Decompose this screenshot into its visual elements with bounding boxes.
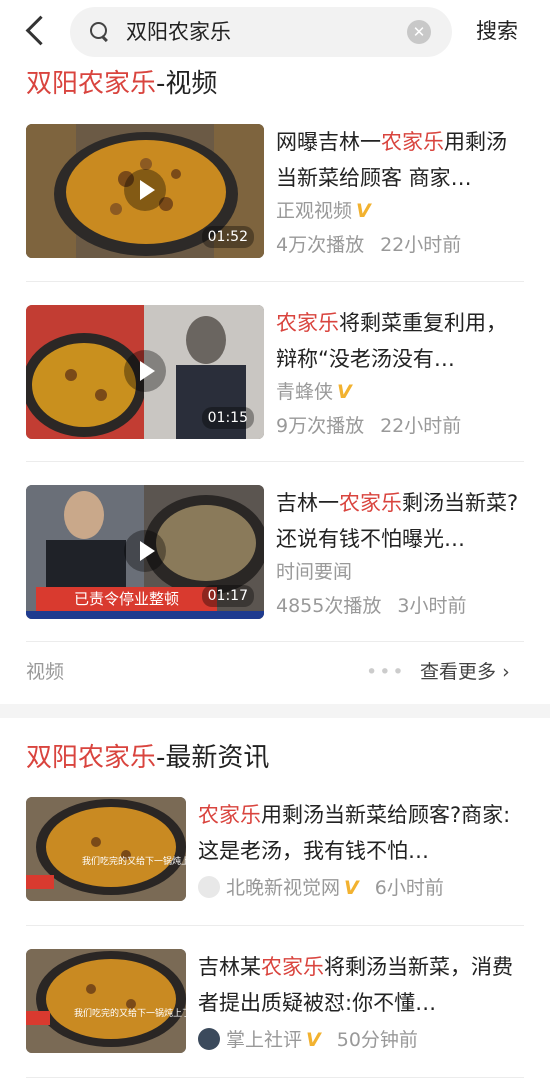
play-icon[interactable] — [124, 169, 166, 211]
video-item[interactable]: 已责令停业整顿 01:17 吉林一农家乐剩汤当新菜?还说有钱不怕曝光… 时间要闻… — [26, 485, 524, 619]
section-keyword: 双阳农家乐 — [26, 69, 157, 99]
source-name: 青蜂侠 — [276, 381, 334, 403]
title-text: 吉林一 — [276, 491, 339, 515]
title-keyword: 农家乐 — [339, 491, 402, 515]
news-thumbnail[interactable]: 我们吃完的又给下一锅炖上了 — [26, 797, 186, 901]
source-logo-icon — [198, 1028, 220, 1050]
section-suffix: -最新资讯 — [156, 743, 270, 773]
divider — [26, 281, 524, 282]
news-thumbnail-image — [26, 797, 186, 901]
divider — [26, 1077, 524, 1078]
video-duration: 01:52 — [201, 226, 254, 248]
divider — [26, 925, 524, 926]
publish-time: 3小时前 — [397, 595, 467, 617]
video-source[interactable]: 青蜂侠 V — [276, 379, 352, 405]
play-count: 4855次播放 — [276, 595, 382, 617]
news-thumbnail-image — [26, 949, 186, 1053]
publish-time: 22小时前 — [380, 234, 462, 256]
news-section-title: 双阳农家乐-最新资讯 — [26, 741, 269, 775]
video-thumbnail[interactable]: 01:52 — [26, 124, 264, 258]
divider — [26, 641, 524, 642]
thumbnail-caption: 我们吃完的又给下一锅炖上了 — [82, 857, 186, 867]
title-keyword: 农家乐 — [261, 955, 324, 979]
source-name[interactable]: 掌上社评 — [226, 1029, 302, 1051]
title-keyword: 农家乐 — [198, 803, 261, 827]
video-meta: 4855次播放 3小时前 — [276, 593, 466, 619]
video-item[interactable]: 01:52 网曝吉林一农家乐用剩汤当新菜给顾客 商家… 正观视频 V 4万次播放 2… — [26, 124, 524, 258]
news-item[interactable]: 我们吃完的又给下一锅炖上了 吉林某农家乐将剩汤当新菜，消费者提出质疑被怼:你不懂… — [26, 949, 524, 1053]
video-section-footer: 视频 ••• 查看更多 › — [26, 655, 524, 691]
play-icon[interactable] — [124, 350, 166, 392]
search-header: 双阳农家乐 ✕ 搜索 — [0, 0, 550, 64]
publish-time: 50分钟前 — [336, 1029, 418, 1051]
news-brand-strip — [26, 611, 264, 619]
video-title[interactable]: 网曝吉林一农家乐用剩汤当新菜给顾客 商家… — [276, 124, 524, 196]
verified-badge-icon: V — [356, 200, 371, 222]
video-meta: 9万次播放 22小时前 — [276, 413, 461, 439]
title-text: 吉林某 — [198, 955, 261, 979]
video-duration: 01:15 — [201, 407, 254, 429]
back-arrow-icon[interactable] — [22, 14, 48, 48]
video-meta: 4万次播放 22小时前 — [276, 232, 461, 258]
video-title[interactable]: 吉林一农家乐剩汤当新菜?还说有钱不怕曝光… — [276, 485, 524, 557]
news-meta: 北晚新视觉网 V 6小时前 — [198, 875, 444, 901]
section-footer-label: 视频 — [26, 661, 65, 683]
source-name[interactable]: 北晚新视觉网 — [226, 877, 340, 899]
clear-icon[interactable]: ✕ — [407, 20, 431, 44]
section-separator — [0, 704, 550, 718]
verified-badge-icon: V — [306, 1029, 321, 1051]
video-duration: 01:17 — [201, 585, 254, 607]
section-keyword: 双阳农家乐 — [26, 743, 157, 773]
publish-time: 22小时前 — [380, 415, 462, 437]
news-thumbnail[interactable]: 我们吃完的又给下一锅炖上了 — [26, 949, 186, 1053]
section-suffix: -视频 — [156, 69, 218, 99]
play-icon[interactable] — [124, 530, 166, 572]
video-thumbnail[interactable]: 01:15 — [26, 305, 264, 439]
search-input[interactable]: 双阳农家乐 — [126, 17, 231, 47]
news-item[interactable]: 我们吃完的又给下一锅炖上了 农家乐用剩汤当新菜给顾客?商家:这是老汤，我有钱不怕… — [26, 797, 524, 901]
verified-badge-icon: V — [337, 381, 352, 403]
title-keyword: 农家乐 — [381, 130, 444, 154]
news-meta: 掌上社评 V 50分钟前 — [198, 1027, 418, 1053]
news-title[interactable]: 农家乐用剩汤当新菜给顾客?商家:这是老汤，我有钱不怕… — [198, 797, 524, 869]
video-section-title: 双阳农家乐-视频 — [26, 67, 217, 101]
video-source[interactable]: 正观视频 V — [276, 198, 371, 224]
play-count: 9万次播放 — [276, 415, 365, 437]
video-thumbnail[interactable]: 已责令停业整顿 01:17 — [26, 485, 264, 619]
source-logo-icon — [198, 876, 220, 898]
verified-badge-icon: V — [344, 877, 359, 899]
title-text: 网曝吉林一 — [276, 130, 381, 154]
source-name: 时间要闻 — [276, 561, 353, 583]
thumbnail-caption: 我们吃完的又给下一锅炖上了 — [74, 1009, 186, 1019]
publish-time: 6小时前 — [374, 877, 444, 899]
divider — [26, 461, 524, 462]
source-name: 正观视频 — [276, 200, 353, 222]
video-title[interactable]: 农家乐将剩菜重复利用，辩称“没老汤没有… — [276, 305, 524, 377]
video-overlay-caption: 已责令停业整顿 — [36, 587, 218, 611]
view-more-link[interactable]: 查看更多 › — [420, 659, 510, 685]
more-options-icon[interactable]: ••• — [366, 659, 406, 685]
play-count: 4万次播放 — [276, 234, 365, 256]
title-keyword: 农家乐 — [276, 311, 339, 335]
search-button[interactable]: 搜索 — [476, 16, 518, 46]
search-box[interactable]: 双阳农家乐 ✕ — [70, 7, 452, 57]
chevron-right-icon: › — [502, 661, 510, 683]
search-icon — [90, 22, 110, 42]
view-more-label: 查看更多 — [420, 661, 497, 683]
video-item[interactable]: 01:15 农家乐将剩菜重复利用，辩称“没老汤没有… 青蜂侠 V 9万次播放 22小… — [26, 305, 524, 439]
video-source[interactable]: 时间要闻 — [276, 559, 352, 585]
news-title[interactable]: 吉林某农家乐将剩汤当新菜，消费者提出质疑被怼:你不懂… — [198, 949, 524, 1021]
